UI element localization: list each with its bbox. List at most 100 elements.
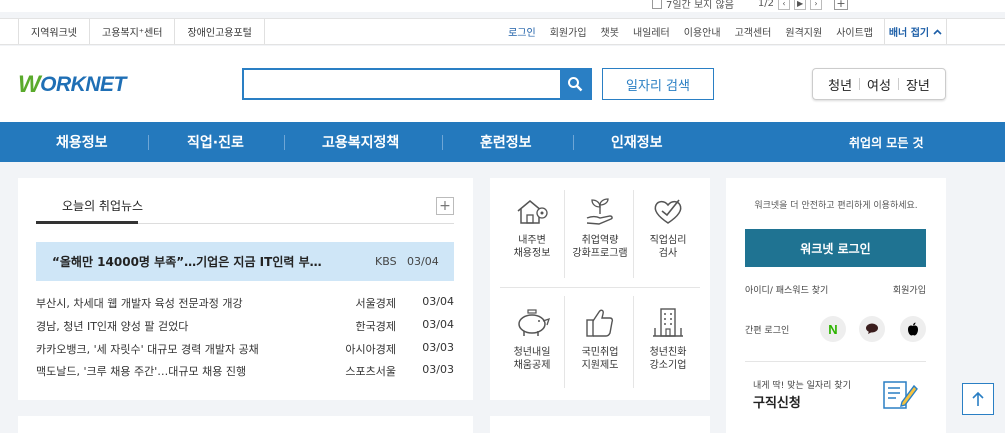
divider bbox=[148, 135, 149, 150]
find-id-password-link[interactable]: 아이디/ 패스워드 찾기 bbox=[745, 283, 828, 296]
job-search-button[interactable]: 일자리 검색 bbox=[602, 68, 714, 100]
nav-talent[interactable]: 인재정보 bbox=[611, 122, 663, 162]
divider bbox=[633, 190, 634, 278]
news-source: 한국경제 bbox=[355, 320, 396, 333]
search-icon bbox=[568, 77, 583, 92]
news-row[interactable]: 카카오뱅크, '세 자릿수' 대규모 경력 개발자 공채 아시아경제 03/03 bbox=[36, 341, 454, 359]
chevron-up-icon bbox=[933, 28, 942, 35]
quick-youth-friendly-company[interactable]: 청년친화 강소기업 bbox=[635, 306, 701, 372]
divider bbox=[633, 296, 634, 388]
util-guide-link[interactable]: 이용안내 bbox=[677, 24, 728, 39]
nav-training[interactable]: 훈련정보 bbox=[480, 122, 532, 162]
login-message: 워크넷을 더 안전하고 편리하게 이용하세요. bbox=[754, 201, 918, 211]
news-date: 03/03 bbox=[422, 341, 454, 354]
nav-welfare-policy[interactable]: 고용복지정책 bbox=[322, 122, 399, 162]
apple-icon[interactable] bbox=[900, 316, 926, 342]
target-senior-link[interactable]: 장년 bbox=[899, 75, 937, 94]
play-icon[interactable]: ▶ bbox=[794, 0, 807, 10]
link-employment-center[interactable]: 고용복지⁺센터 bbox=[89, 19, 174, 44]
next-section-card bbox=[490, 416, 710, 433]
quick-menu-card: 내주변 채용정보 취업역량 강화프로그램 직업심리 검사 청년내일 채움공제 국… bbox=[490, 178, 710, 400]
quick-label-1: 청년친화 bbox=[649, 347, 687, 358]
main-navigation: 채용정보 직업·진로 고용복지정책 훈련정보 인재정보 취업의 모든 것 bbox=[0, 122, 1005, 162]
news-date: 03/04 bbox=[422, 295, 454, 308]
logo-text: ORKNET bbox=[40, 73, 126, 96]
heart-check-icon bbox=[654, 199, 682, 224]
nav-jobs[interactable]: 채용정보 bbox=[56, 122, 108, 162]
quick-label-2: 강소기업 bbox=[649, 360, 687, 371]
divider bbox=[442, 135, 443, 150]
nav-career[interactable]: 직업·진로 bbox=[187, 122, 244, 162]
quick-youth-savings[interactable]: 청년내일 채움공제 bbox=[499, 306, 565, 372]
divider bbox=[745, 361, 926, 362]
utility-bar: 지역워크넷 고용복지⁺센터 장애인고용포털 로그인 회원가입 챗봇 내일레터 이… bbox=[0, 18, 1005, 45]
apple-logo-icon bbox=[908, 322, 918, 336]
news-headline-date: 03/04 bbox=[407, 255, 439, 268]
speech-bubble-icon bbox=[866, 323, 878, 334]
news-source: 서울경제 bbox=[355, 297, 396, 310]
job-apply-link[interactable]: 구직신청 bbox=[753, 392, 801, 411]
link-local-worknet[interactable]: 지역워크넷 bbox=[18, 19, 89, 44]
news-row[interactable]: 맥도날드, '크루 채용 주간'…대규모 채용 진행 스포츠서울 03/03 bbox=[36, 363, 454, 381]
news-date: 03/03 bbox=[422, 363, 454, 376]
quick-psych-test[interactable]: 직업심리 검사 bbox=[635, 196, 701, 260]
quick-competency-program[interactable]: 취업역량 강화프로그램 bbox=[567, 196, 633, 260]
quick-national-employment[interactable]: 국민취업 지원제도 bbox=[567, 306, 633, 372]
search-button[interactable] bbox=[560, 70, 590, 98]
util-signup-link[interactable]: 회원가입 bbox=[543, 24, 594, 39]
util-remote-link[interactable]: 원격지원 bbox=[778, 24, 829, 39]
building-icon bbox=[653, 308, 683, 337]
divider bbox=[573, 135, 574, 150]
banner-page-indicator: 1/2 bbox=[757, 0, 775, 9]
news-date: 03/04 bbox=[422, 318, 454, 331]
chevron-left-icon[interactable]: ‹ bbox=[778, 0, 791, 10]
news-source: 스포츠서울 bbox=[345, 365, 396, 378]
tab-today-news[interactable]: 오늘의 취업뉴스 bbox=[62, 197, 143, 214]
news-row[interactable]: 부산시, 차세대 웹 개발자 육성 전문과정 개강 서울경제 03/04 bbox=[36, 295, 454, 313]
banner-add-button[interactable]: + bbox=[834, 0, 849, 10]
login-card: 워크넷을 더 안전하고 편리하게 이용하세요. 워크넷 로그인 아이디/ 패스워… bbox=[726, 178, 946, 433]
target-youth-link[interactable]: 청년 bbox=[821, 75, 859, 94]
news-title: 카카오뱅크, '세 자릿수' 대규모 경력 개발자 공채 bbox=[36, 343, 259, 356]
util-sitemap-link[interactable]: 사이트맵 bbox=[829, 24, 880, 39]
piggy-bank-icon bbox=[518, 309, 551, 336]
kakao-icon[interactable] bbox=[859, 316, 885, 342]
divider bbox=[500, 287, 700, 288]
quick-label-2: 지원제도 bbox=[581, 360, 619, 371]
signup-link[interactable]: 회원가입 bbox=[893, 283, 926, 296]
news-source: 아시아경제 bbox=[345, 343, 396, 356]
util-support-link[interactable]: 고객센터 bbox=[728, 24, 779, 39]
news-title: 맥도날드, '크루 채용 주간'…대규모 채용 진행 bbox=[36, 365, 247, 378]
nav-all-about-employment[interactable]: 취업의 모든 것 bbox=[849, 122, 924, 162]
hide-7days-checkbox[interactable] bbox=[652, 0, 662, 9]
util-login-link[interactable]: 로그인 bbox=[501, 24, 543, 39]
next-section-card bbox=[18, 416, 473, 433]
naver-icon[interactable]: N bbox=[820, 316, 846, 342]
news-more-button[interactable]: + bbox=[436, 197, 454, 215]
header: W ORKNET 일자리 검색 청년 여성 장년 bbox=[0, 46, 1005, 122]
link-disabled-portal[interactable]: 장애인고용포털 bbox=[174, 19, 265, 44]
quick-label-1: 직업심리 bbox=[649, 235, 687, 246]
util-chatbot-link[interactable]: 챗봇 bbox=[594, 24, 626, 39]
target-links: 청년 여성 장년 bbox=[812, 68, 946, 100]
chevron-right-icon[interactable]: › bbox=[810, 0, 823, 10]
scroll-top-button[interactable] bbox=[962, 383, 994, 415]
news-row[interactable]: 경남, 청년 IT인재 양성 팔 걷었다 한국경제 03/04 bbox=[36, 318, 454, 336]
util-letter-link[interactable]: 내일레터 bbox=[626, 24, 677, 39]
quick-label-1: 청년내일 bbox=[513, 347, 551, 358]
banner-collapse-button[interactable]: 배너 접기 bbox=[884, 19, 947, 44]
banner-controls: 7일간 보지 않음 1/2 ‹ ▶ › + bbox=[652, 0, 849, 11]
banner-collapse-label: 배너 접기 bbox=[888, 28, 930, 39]
naver-glyph: N bbox=[828, 321, 838, 337]
worknet-logo[interactable]: W ORKNET bbox=[18, 71, 126, 99]
utility-links: 로그인 회원가입 챗봇 내일레터 이용안내 고객센터 원격지원 사이트맵 bbox=[501, 19, 880, 44]
sprout-hand-icon bbox=[586, 198, 613, 225]
search-input[interactable] bbox=[244, 70, 560, 98]
quick-nearby-jobs[interactable]: 내주변 채용정보 bbox=[499, 196, 565, 260]
active-tab-indicator bbox=[36, 221, 138, 224]
quick-label-1: 내주변 bbox=[518, 235, 546, 246]
worknet-login-button[interactable]: 워크넷 로그인 bbox=[745, 229, 926, 267]
target-women-link[interactable]: 여성 bbox=[860, 75, 898, 94]
news-headline[interactable]: “올해만 14000명 부족”…기업은 지금 IT인력 부… KBS 03/04 bbox=[36, 242, 454, 281]
hide-7days-label: 7일간 보지 않음 bbox=[666, 0, 734, 11]
